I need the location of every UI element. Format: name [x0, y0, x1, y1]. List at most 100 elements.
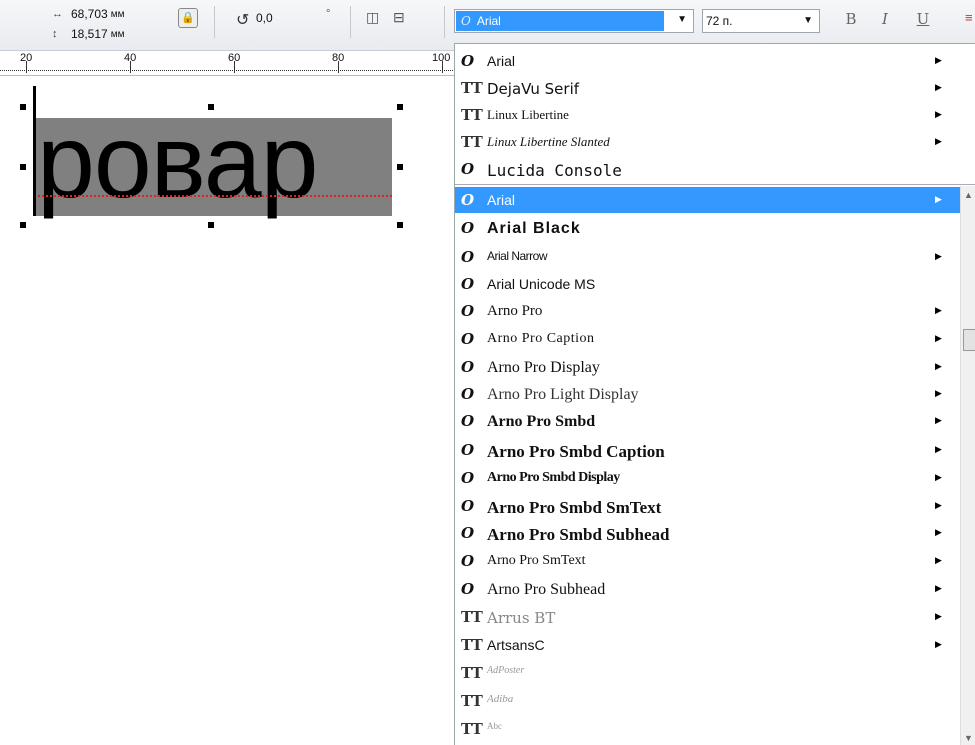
submenu-arrow-icon[interactable]: ▶	[935, 305, 942, 316]
italic-button[interactable]: I	[876, 10, 894, 28]
font-name: Linux Libertine	[487, 107, 569, 122]
recent-font-item[interactable]: TT Linux Libertine Slanted ▶	[455, 129, 960, 155]
submenu-arrow-icon[interactable]: ▶	[935, 136, 942, 147]
font-list-item[interactable]: O Arno Pro Display ▶	[455, 354, 960, 380]
submenu-arrow-icon[interactable]: ▶	[935, 333, 942, 344]
font-name: Arno Pro Smbd	[487, 413, 596, 430]
submenu-arrow-icon[interactable]: ▶	[935, 611, 942, 622]
font-list-item[interactable]: TT ArtsansC ▶	[455, 632, 960, 658]
font-list-item[interactable]: TT AdPoster	[455, 660, 960, 686]
object-height-field[interactable]: ↕ 18,517 мм	[52, 27, 124, 41]
opentype-font-icon: O	[461, 524, 475, 542]
mirror-vertical-icon[interactable]: ⊟	[393, 9, 405, 26]
font-list-item[interactable]: O Arno Pro Smbd Display ▶	[455, 465, 960, 491]
mirror-horizontal-icon[interactable]: ◫	[366, 9, 379, 26]
height-unit: мм	[110, 28, 125, 40]
submenu-arrow-icon[interactable]: ▶	[935, 388, 942, 399]
font-size-dropdown[interactable]: 72 п. ▼	[702, 9, 820, 33]
font-name: Arial	[487, 53, 516, 69]
font-list-popup[interactable]: O Arial ▶ TT DejaVu Serif ▶ TT Linux Lib…	[454, 43, 975, 745]
scroll-down-icon[interactable]: ▼	[964, 733, 973, 743]
font-list-item[interactable]: O Arial Narrow ▶	[455, 244, 960, 270]
selection-handle[interactable]	[208, 104, 214, 110]
bold-button[interactable]: B	[842, 10, 860, 28]
chevron-down-icon[interactable]: ▼	[677, 14, 687, 25]
submenu-arrow-icon[interactable]: ▶	[935, 555, 942, 566]
opentype-font-icon: O	[461, 385, 475, 403]
recent-font-item[interactable]: TT DejaVu Serif ▶	[455, 75, 960, 101]
width-value: 68,703	[71, 7, 108, 21]
selection-handle[interactable]	[397, 222, 403, 228]
truetype-font-icon: TT	[461, 692, 483, 710]
font-list-item[interactable]: TT Arrus BT ▶	[455, 604, 960, 630]
spellcheck-underline	[34, 191, 392, 197]
submenu-arrow-icon[interactable]: ▶	[935, 500, 942, 511]
submenu-arrow-icon[interactable]: ▶	[935, 251, 942, 262]
font-list-item[interactable]: O Arno Pro SmText ▶	[455, 548, 960, 574]
font-name: Arrus BT	[487, 609, 556, 627]
object-width-field[interactable]: ↔ 68,703 мм	[52, 7, 124, 21]
font-list-item[interactable]: O Arno Pro Subhead ▶	[455, 576, 960, 602]
submenu-arrow-icon[interactable]: ▶	[935, 639, 942, 650]
scrollbar-thumb[interactable]	[963, 329, 975, 351]
selection-handle[interactable]	[20, 164, 26, 170]
recent-font-item[interactable]: TT Linux Libertine ▶	[455, 102, 960, 128]
artistic-text[interactable]: ровар	[37, 102, 318, 222]
selected-text-object[interactable]: ровар	[34, 104, 392, 220]
selection-handle[interactable]	[20, 104, 26, 110]
submenu-arrow-icon[interactable]: ▶	[935, 361, 942, 372]
opentype-font-icon: O	[461, 302, 475, 320]
selection-handle[interactable]	[397, 164, 403, 170]
recent-font-item[interactable]: O Lucida Console	[455, 156, 960, 182]
selection-handle[interactable]	[397, 104, 403, 110]
opentype-font-icon: O	[461, 412, 475, 430]
font-list-item[interactable]: TT Adiba	[455, 688, 960, 714]
rotation-input[interactable]: 0,0	[256, 11, 273, 25]
font-list-item[interactable]: O Arno Pro Smbd SmText ▶	[455, 493, 960, 519]
font-list-item[interactable]: O Arno Pro Caption ▶	[455, 326, 960, 352]
truetype-font-icon: TT	[461, 106, 483, 124]
toolbar-divider	[350, 6, 351, 38]
font-list-item[interactable]: O Arial Black	[455, 215, 960, 241]
font-list-item[interactable]: O Arno Pro Smbd ▶	[455, 408, 960, 434]
opentype-font-icon: O	[461, 219, 475, 237]
submenu-arrow-icon[interactable]: ▶	[935, 415, 942, 426]
selection-handle[interactable]	[20, 222, 26, 228]
chevron-down-icon[interactable]: ▼	[800, 10, 813, 32]
ruler-major-tick	[442, 61, 443, 73]
font-list-item[interactable]: O Arno Pro Smbd Caption ▶	[455, 437, 960, 463]
font-list-item[interactable]: O Arno Pro Light Display ▶	[455, 381, 960, 407]
submenu-arrow-icon[interactable]: ▶	[935, 472, 942, 483]
font-list-scrollbar[interactable]: ▲ ▼	[960, 186, 975, 745]
recent-font-item[interactable]: O Arial ▶	[455, 48, 960, 74]
font-family-dropdown[interactable]: O Arial ▼	[454, 9, 694, 33]
lock-ratio-button[interactable]: 🔒	[178, 8, 198, 28]
font-name: Arno Pro Smbd Caption	[487, 442, 665, 461]
font-list-item[interactable]: O Arno Pro ▶	[455, 298, 960, 324]
font-list-item[interactable]: O Arial Unicode MS	[455, 271, 960, 297]
font-name: Arno Pro Display	[487, 359, 600, 376]
font-name: Abc	[487, 721, 502, 731]
submenu-arrow-icon[interactable]: ▶	[935, 82, 942, 93]
font-name: Linux Libertine Slanted	[487, 134, 610, 149]
font-name: Arno Pro	[487, 303, 543, 319]
selection-handle[interactable]	[208, 222, 214, 228]
font-list-item[interactable]: TT Abc	[455, 716, 960, 742]
rotation-unit: °	[326, 8, 331, 20]
horizontal-ruler[interactable]: 20 40 60 80 100	[0, 51, 455, 76]
submenu-arrow-icon[interactable]: ▶	[935, 55, 942, 66]
submenu-arrow-icon[interactable]: ▶	[935, 109, 942, 120]
text-color-icon[interactable]: ≡	[965, 10, 973, 25]
submenu-arrow-icon[interactable]: ▶	[935, 194, 942, 205]
submenu-arrow-icon[interactable]: ▶	[935, 527, 942, 538]
lock-icon: 🔒	[181, 12, 195, 24]
font-name: ArtsansC	[487, 637, 545, 653]
submenu-arrow-icon[interactable]: ▶	[935, 444, 942, 455]
submenu-arrow-icon[interactable]: ▶	[935, 583, 942, 594]
underline-button[interactable]: U	[914, 10, 932, 28]
truetype-font-icon: TT	[461, 636, 483, 654]
font-list-item[interactable]: O Arno Pro Smbd Subhead ▶	[455, 520, 960, 546]
scroll-up-icon[interactable]: ▲	[964, 190, 973, 200]
font-list-item-selected[interactable]: O Arial ▶	[455, 187, 960, 213]
font-name: Arno Pro Subhead	[487, 581, 606, 598]
